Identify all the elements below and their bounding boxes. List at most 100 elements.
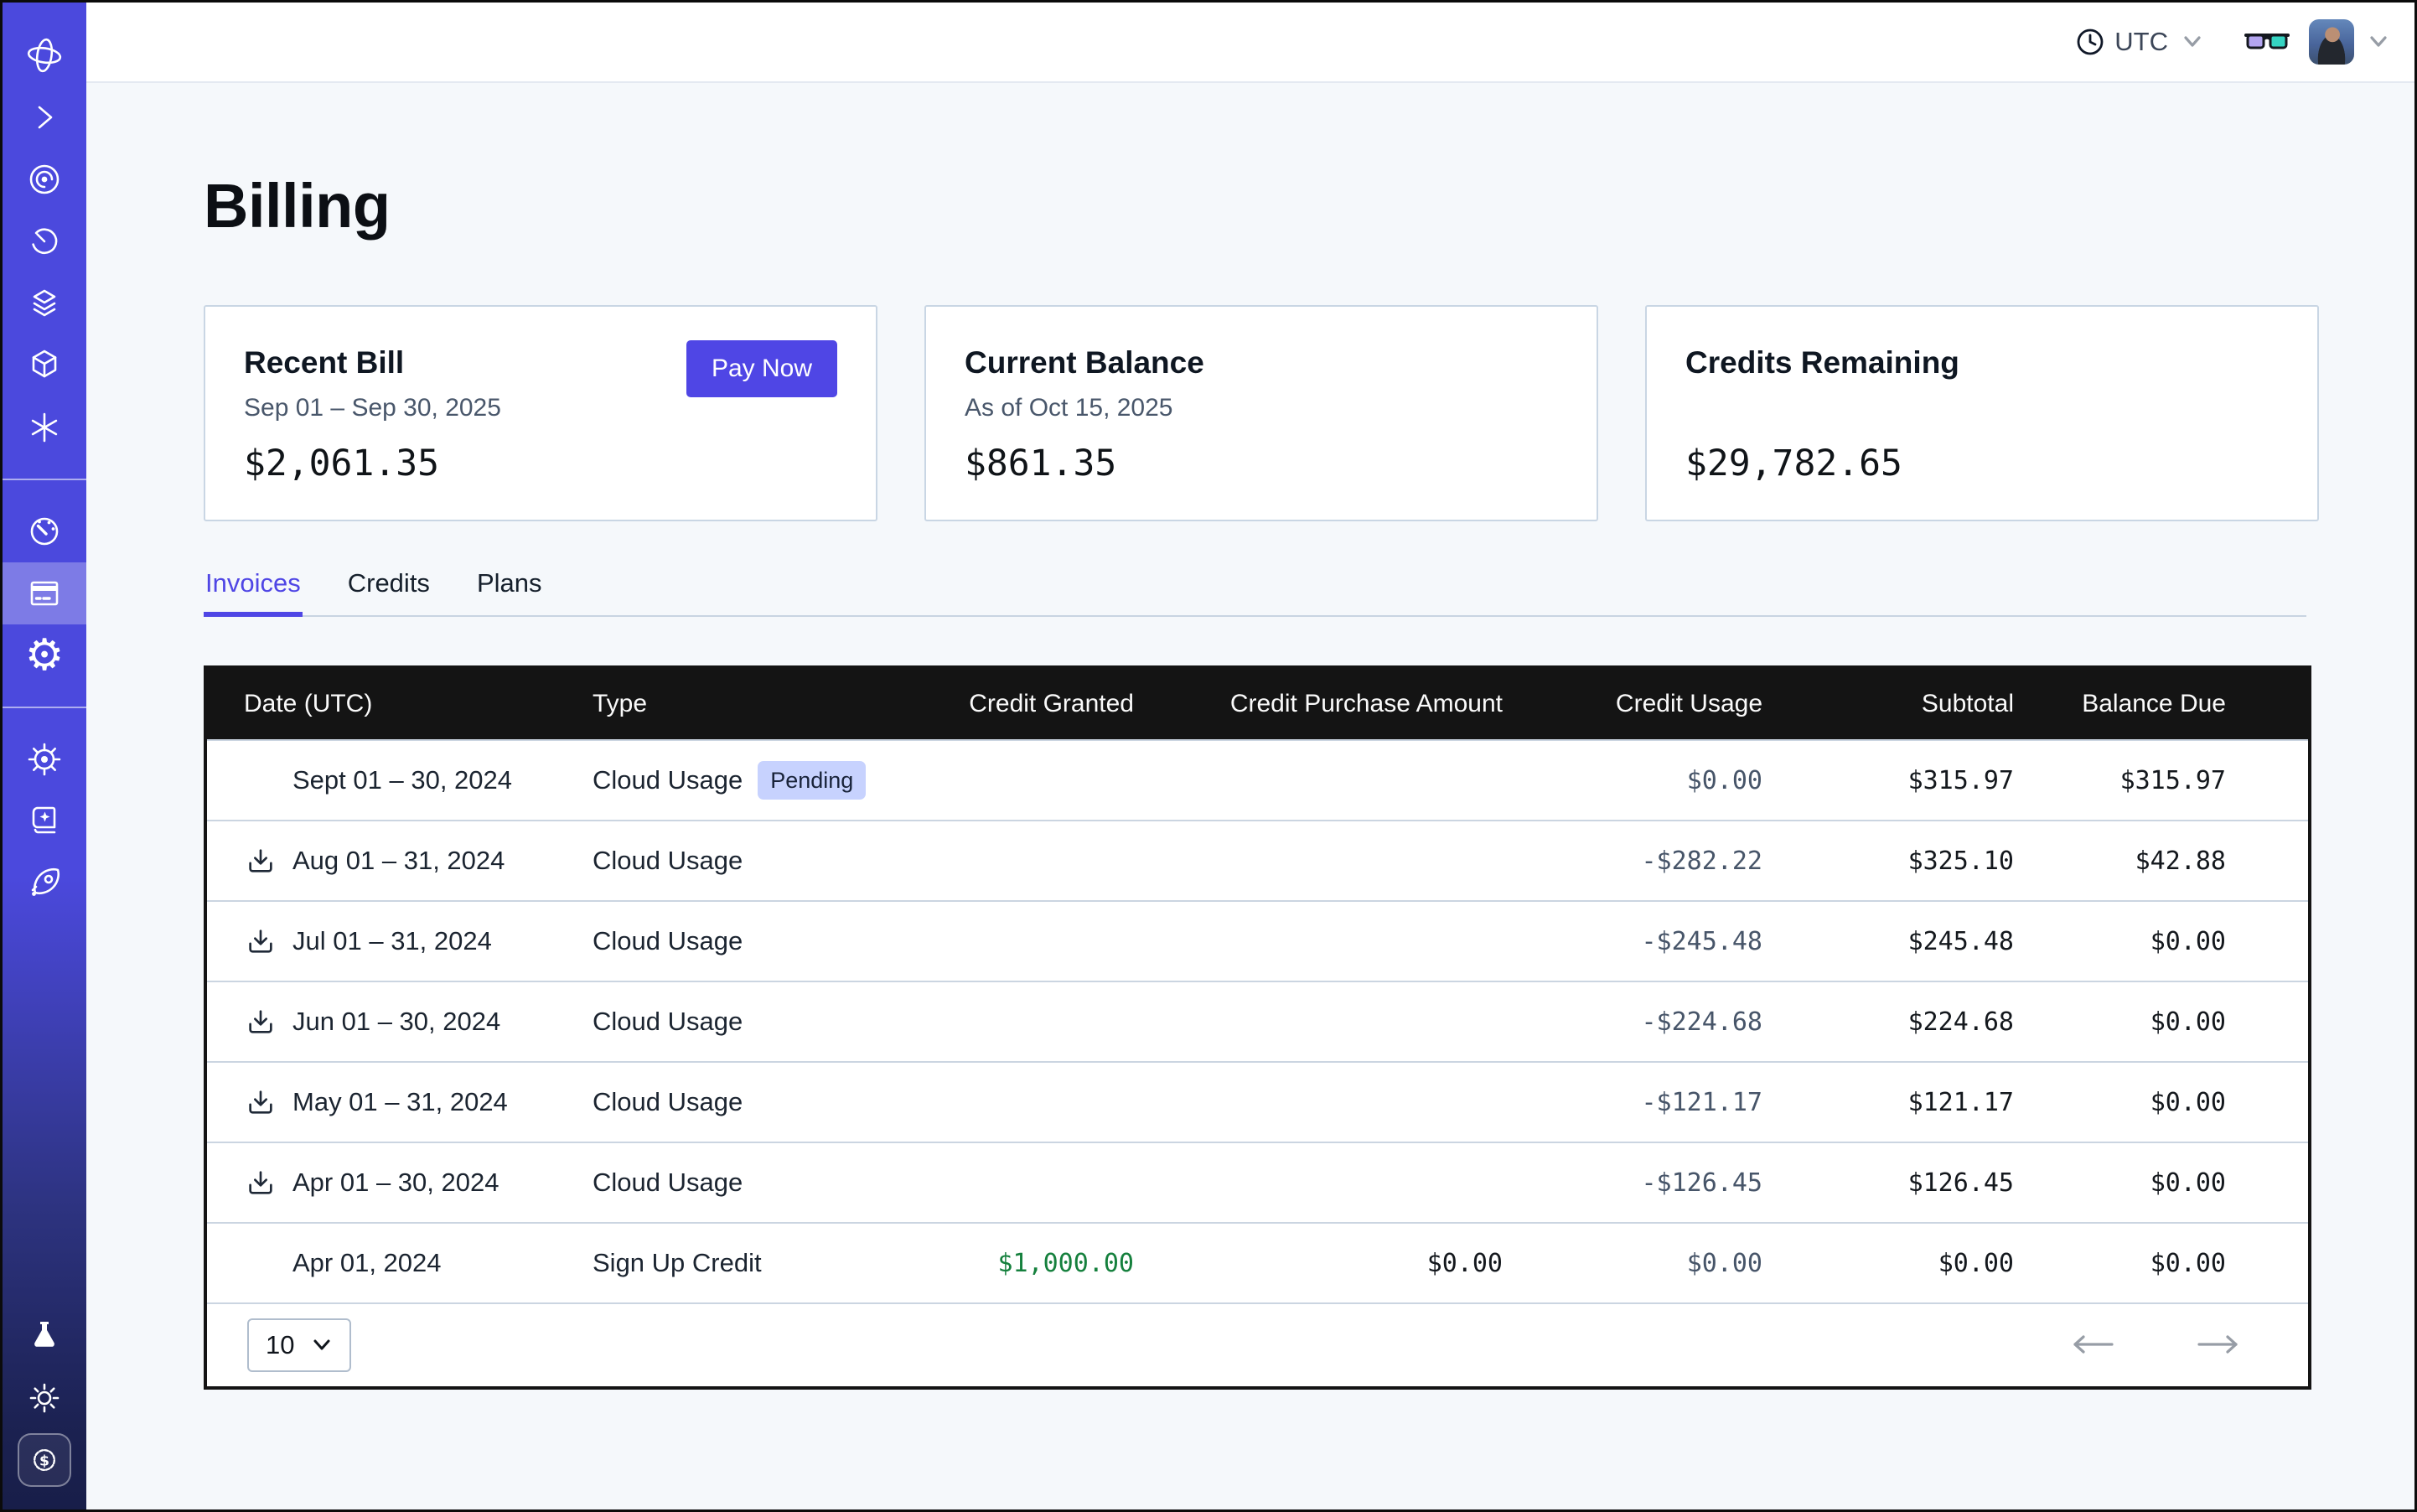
sidebar-item-launch[interactable]: [3, 852, 86, 914]
glasses-icon[interactable]: [2244, 28, 2290, 55]
topbar: UTC: [86, 3, 2414, 83]
balance-due-value: $0.00: [2034, 1168, 2308, 1198]
subtotal-value: $224.68: [1783, 1007, 2034, 1037]
sidebar-item-settings[interactable]: ⚙: [3, 624, 86, 686]
orbit-logo-icon: [26, 37, 63, 74]
previous-page-button[interactable]: [2068, 1333, 2117, 1358]
sidebar-item-helm[interactable]: [3, 728, 86, 790]
table-row: Aug 01 – 31, 2024 Cloud Usage -$282.22 $…: [207, 820, 2308, 900]
card-subtitle: Sep 01 – Sep 30, 2025: [244, 394, 837, 422]
history-clock-icon: [26, 223, 63, 260]
balance-due-value: $0.00: [2034, 1249, 2308, 1278]
invoice-type: Cloud Usage: [593, 1168, 743, 1198]
column-header-credit-granted: Credit Granted: [945, 690, 1154, 718]
sidebar-item-layers[interactable]: [3, 272, 86, 334]
sun-icon: [26, 1380, 63, 1416]
table-row: May 01 – 31, 2024 Cloud Usage -$121.17 $…: [207, 1061, 2308, 1142]
tab-plans[interactable]: Plans: [475, 568, 544, 617]
dollar-badge-button[interactable]: $: [18, 1433, 71, 1487]
invoice-type: Cloud Usage: [593, 1087, 743, 1117]
credit-usage-value: -$121.17: [1523, 1088, 1783, 1117]
tab-invoices[interactable]: Invoices: [204, 568, 303, 617]
current-balance-card: Current Balance As of Oct 15, 2025 $861.…: [924, 305, 1598, 521]
cube-icon: [26, 347, 63, 384]
sidebar-item-expand[interactable]: [3, 86, 86, 148]
gear-icon: ⚙: [25, 634, 65, 677]
credits-remaining-amount: $29,782.65: [1685, 443, 1902, 484]
invoices-table: Date (UTC) Type Credit Granted Credit Pu…: [204, 665, 2311, 1390]
credits-remaining-card: Credits Remaining $29,782.65: [1645, 305, 2319, 521]
invoice-date: Jul 01 – 31, 2024: [292, 926, 492, 956]
sidebar-item-cube[interactable]: [3, 334, 86, 396]
invoice-date: Apr 01 – 30, 2024: [292, 1168, 499, 1198]
invoice-date: Aug 01 – 31, 2024: [292, 846, 505, 876]
subtotal-value: $245.48: [1783, 927, 2034, 956]
tab-credits[interactable]: Credits: [346, 568, 432, 617]
user-avatar[interactable]: [2309, 19, 2354, 65]
card-title: Current Balance: [965, 345, 1558, 381]
account-menu-button[interactable]: [2366, 34, 2391, 50]
pay-now-button[interactable]: Pay Now: [686, 340, 837, 397]
table-row: Jun 01 – 30, 2024 Cloud Usage -$224.68 $…: [207, 981, 2308, 1061]
download-invoice-icon[interactable]: [245, 1006, 277, 1038]
credit-usage-value: -$126.45: [1523, 1168, 1783, 1198]
subtotal-value: $315.97: [1783, 766, 2034, 795]
card-title: Credits Remaining: [1685, 345, 2279, 381]
sidebar-item-theme[interactable]: [3, 1367, 86, 1429]
card-subtitle: As of Oct 15, 2025: [965, 394, 1558, 422]
balance-due-value: $0.00: [2034, 1088, 2308, 1117]
column-header-balance-due: Balance Due: [2034, 690, 2308, 718]
dollar-badge-icon: $: [28, 1443, 61, 1477]
credit-granted-value: $1,000.00: [945, 1249, 1154, 1278]
download-invoice-icon[interactable]: [245, 1086, 277, 1118]
chevron-right-icon: [26, 99, 63, 136]
svg-text:$: $: [39, 1452, 49, 1469]
invoice-type: Cloud Usage: [593, 765, 743, 795]
subtotal-value: $0.00: [1783, 1249, 2034, 1278]
page-size-select[interactable]: 10: [247, 1318, 351, 1372]
download-invoice-icon[interactable]: [245, 1167, 277, 1199]
timezone-dropdown-button[interactable]: [2180, 34, 2205, 50]
layers-icon: [26, 285, 63, 322]
asterisk-icon: [26, 409, 63, 446]
recent-bill-amount: $2,061.35: [244, 443, 439, 484]
summary-cards: Recent Bill Sep 01 – Sep 30, 2025 $2,061…: [204, 305, 2319, 521]
credit-usage-value: -$282.22: [1523, 847, 1783, 876]
sidebar-item-usage[interactable]: [3, 500, 86, 562]
sidebar-item-logo[interactable]: [3, 24, 86, 86]
sidebar-item-docs[interactable]: [3, 790, 86, 852]
column-header-type: Type: [593, 690, 945, 718]
subtotal-value: $121.17: [1783, 1088, 2034, 1117]
current-balance-amount: $861.35: [965, 443, 1116, 484]
table-row: Apr 01, 2024 Sign Up Credit $1,000.00 $0…: [207, 1222, 2308, 1302]
sidebar-divider: [3, 707, 86, 708]
billing-tabs: Invoices Credits Plans: [204, 568, 2319, 617]
next-page-button[interactable]: [2194, 1333, 2243, 1358]
column-header-credit-usage: Credit Usage: [1523, 690, 1783, 718]
invoice-type: Sign Up Credit: [593, 1248, 762, 1278]
table-row: Apr 01 – 30, 2024 Cloud Usage -$126.45 $…: [207, 1142, 2308, 1222]
app-window: ⚙: [0, 0, 2417, 1512]
sidebar-item-history[interactable]: [3, 210, 86, 272]
column-header-subtotal: Subtotal: [1783, 690, 2034, 718]
flask-icon: [26, 1318, 63, 1354]
invoice-type: Cloud Usage: [593, 1007, 743, 1037]
table-row: Sept 01 – 30, 2024 Cloud UsagePending $0…: [207, 739, 2308, 820]
subtotal-value: $126.45: [1783, 1168, 2034, 1198]
sidebar-item-billing[interactable]: [3, 562, 86, 624]
table-pagination: 10: [207, 1302, 2308, 1386]
credit-usage-value: -$224.68: [1523, 1007, 1783, 1037]
main-area: UTC Billing Recent Bill: [86, 3, 2414, 1509]
recent-bill-card: Recent Bill Sep 01 – Sep 30, 2025 $2,061…: [204, 305, 877, 521]
download-invoice-icon[interactable]: [245, 925, 277, 957]
sidebar-item-observe[interactable]: [3, 148, 86, 210]
sidebar: ⚙: [3, 3, 86, 1509]
sidebar-item-labs[interactable]: [3, 1305, 86, 1367]
sidebar-item-asterisk[interactable]: [3, 396, 86, 458]
balance-due-value: $0.00: [2034, 927, 2308, 956]
sidebar-item-credits[interactable]: $: [3, 1429, 86, 1491]
iris-icon: [26, 161, 63, 198]
invoice-type: Cloud Usage: [593, 926, 743, 956]
sidebar-divider: [3, 479, 86, 480]
download-invoice-icon[interactable]: [245, 845, 277, 877]
